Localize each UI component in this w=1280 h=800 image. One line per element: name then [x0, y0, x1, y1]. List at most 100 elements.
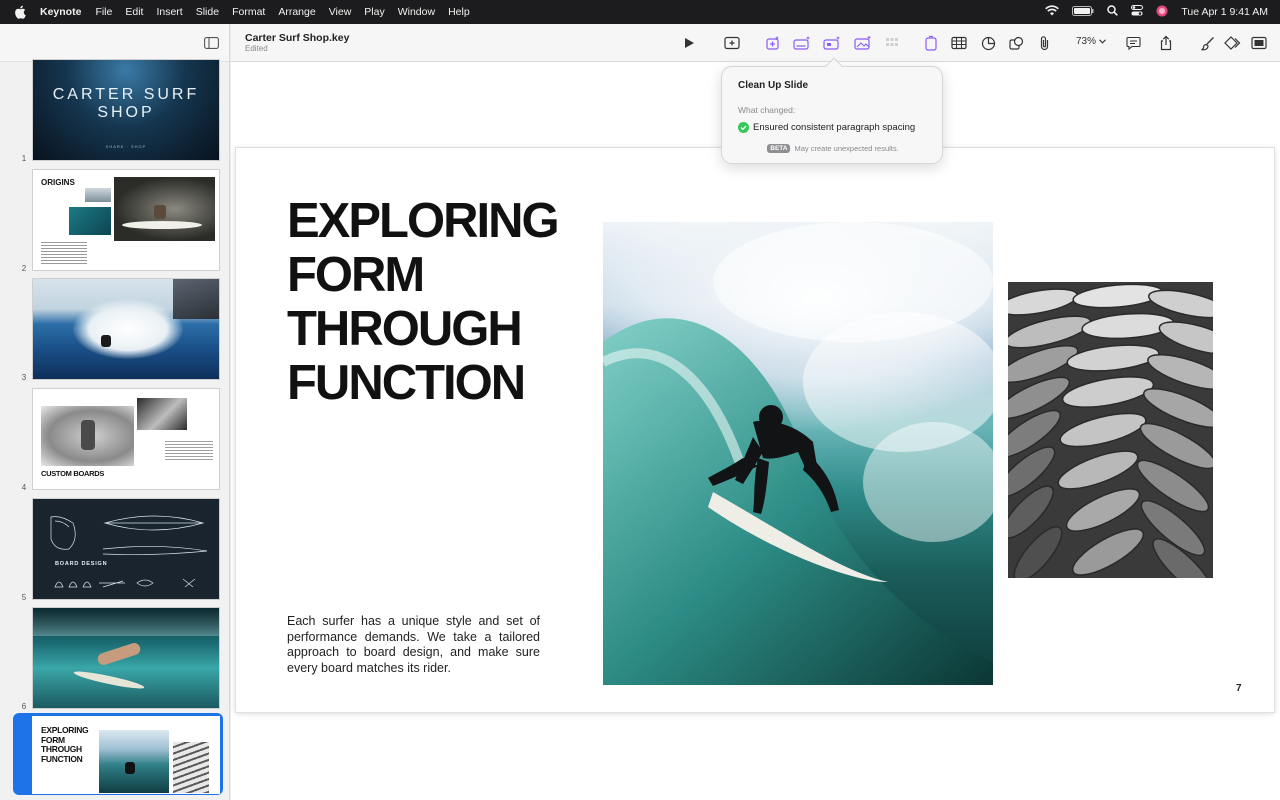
shape-icon	[1008, 36, 1023, 50]
app-menu[interactable]: Keynote	[40, 6, 81, 18]
thumb-4-title: CUSTOM BOARDS	[41, 469, 105, 478]
thumb-6-board	[72, 668, 146, 692]
checkmark-circle-icon	[738, 122, 749, 133]
menu-arrange[interactable]: Arrange	[278, 6, 315, 18]
thumb-4-image-board	[137, 398, 187, 430]
popover-footnote: BETA May create unexpected results.	[722, 144, 944, 153]
table-icon	[951, 36, 967, 50]
menu-format[interactable]: Format	[232, 6, 265, 18]
image-playground-icon	[854, 35, 871, 50]
menu-view[interactable]: View	[329, 6, 352, 18]
slide-thumbnail-5[interactable]: BOARD DESIGN	[32, 498, 220, 600]
thumb-7-title: EXPLORING FORM THROUGH FUNCTION	[41, 725, 89, 765]
image-playground-button[interactable]	[852, 32, 874, 54]
clean-up-slide-button[interactable]	[821, 32, 843, 54]
ai-layout-button[interactable]	[791, 32, 813, 54]
slide-title-line-1: EXPLORING	[287, 194, 560, 248]
apple-menu-icon[interactable]	[0, 5, 40, 19]
thumb-1-caption: SHARE · SHOP	[105, 144, 147, 149]
slide-number-2: 2	[21, 264, 27, 273]
comment-icon	[1125, 36, 1141, 50]
toolbar: Carter Surf Shop.key Edited 73%	[231, 24, 1280, 62]
menu-bar: Keynote File Edit Insert Slide Format Ar…	[0, 0, 1280, 24]
popover-title: Clean Up Slide	[738, 80, 809, 91]
spotlight-search-icon[interactable]	[1107, 5, 1119, 19]
menu-file[interactable]: File	[95, 6, 112, 18]
share-icon	[1160, 35, 1172, 51]
thumb-1-title: CARTER SURF SHOP	[52, 86, 200, 121]
stacked-boards-photo[interactable]	[1008, 282, 1213, 578]
document-setup-icon	[1251, 36, 1267, 50]
thumb-3-cliff	[173, 279, 219, 319]
slide-thumbnail-2[interactable]: ORIGINS	[32, 169, 220, 271]
thumb-3-surfer	[101, 335, 111, 347]
slide-7[interactable]: EXPLORING FORM THROUGH FUNCTION Each sur…	[236, 148, 1274, 712]
menu-edit[interactable]: Edit	[125, 6, 143, 18]
thumb-2-image-workshop	[114, 177, 215, 241]
animate-button[interactable]	[1222, 32, 1244, 54]
clean-up-slide-icon	[823, 36, 840, 50]
format-button[interactable]	[1196, 32, 1218, 54]
shape-button[interactable]	[1005, 32, 1027, 54]
zoom-value: 73%	[1076, 36, 1097, 47]
thumb-4-image-shaper	[41, 406, 134, 466]
siri-icon[interactable]	[1156, 5, 1168, 20]
thumb-2-image-teal	[69, 207, 111, 235]
add-slide-button[interactable]	[721, 32, 743, 54]
wifi-icon[interactable]	[1045, 5, 1060, 19]
slide-thumbnail-3[interactable]	[32, 278, 220, 380]
control-center-icon[interactable]	[1131, 5, 1144, 19]
disabled-grid-button[interactable]	[881, 32, 903, 54]
slide-title[interactable]: EXPLORING FORM THROUGH FUNCTION	[287, 194, 587, 410]
animate-diamond-icon	[1224, 36, 1241, 50]
slide-thumbnail-7[interactable]: EXPLORING FORM THROUGH FUNCTION	[32, 716, 220, 794]
chart-icon	[981, 36, 995, 50]
slide-thumbnail-1[interactable]: CARTER SURF SHOP SHARE · SHOP	[32, 59, 220, 161]
share-button[interactable]	[1155, 32, 1177, 54]
slide-body-text[interactable]: Each surfer has a unique style and set o…	[287, 614, 540, 676]
slide-number-4: 4	[21, 483, 27, 492]
slide-thumbnail-6[interactable]	[32, 607, 220, 709]
text-box-icon	[925, 35, 937, 51]
thumb-7-image-surfer	[99, 730, 169, 793]
slide-title-line-3: THROUGH	[287, 302, 523, 356]
thumb-6-surface	[33, 608, 219, 636]
text-box-button[interactable]	[920, 32, 942, 54]
ai-layout-icon	[793, 36, 810, 50]
popover-subtitle: What changed:	[738, 105, 796, 115]
slide-title-line-4: FUNCTION	[287, 356, 526, 410]
comment-button[interactable]	[1122, 32, 1144, 54]
thumb-4-body-text	[165, 439, 213, 461]
thumb-5-blueprint	[50, 515, 208, 588]
surfer-photo[interactable]	[603, 222, 993, 685]
thumb-6-swimmer	[96, 641, 142, 667]
menubar-clock[interactable]: Tue Apr 1 9:41 AM	[1181, 6, 1268, 18]
menu-play[interactable]: Play	[364, 6, 384, 18]
slide-number-5: 5	[21, 593, 27, 602]
navigator-header	[0, 24, 229, 62]
paperclip-icon	[1040, 36, 1048, 51]
slide-title-line-2: FORM	[287, 248, 425, 302]
paintbrush-icon	[1200, 36, 1214, 50]
menu-slide[interactable]: Slide	[196, 6, 219, 18]
play-button[interactable]	[678, 32, 700, 54]
menu-help[interactable]: Help	[448, 6, 470, 18]
menu-window[interactable]: Window	[398, 6, 435, 18]
change-item-text: Ensured consistent paragraph spacing	[753, 122, 916, 133]
document-button[interactable]	[1248, 32, 1270, 54]
menu-insert[interactable]: Insert	[156, 6, 182, 18]
zoom-control[interactable]: 73%	[1076, 36, 1106, 47]
slide-thumbnail-4[interactable]: CUSTOM BOARDS	[32, 388, 220, 490]
ai-rewrite-button[interactable]	[762, 32, 784, 54]
slide-page-number: 7	[1236, 683, 1242, 694]
chart-button[interactable]	[977, 32, 999, 54]
play-icon	[685, 38, 694, 48]
sidebar-toggle-icon[interactable]	[204, 36, 219, 54]
battery-icon[interactable]	[1072, 5, 1094, 19]
thumb-2-body-text	[41, 240, 87, 266]
thumb-3-wave-foam	[73, 299, 183, 359]
table-button[interactable]	[948, 32, 970, 54]
media-button[interactable]	[1033, 32, 1055, 54]
document-title[interactable]: Carter Surf Shop.key	[245, 32, 349, 44]
thumb-5-title: BOARD DESIGN	[55, 561, 108, 567]
